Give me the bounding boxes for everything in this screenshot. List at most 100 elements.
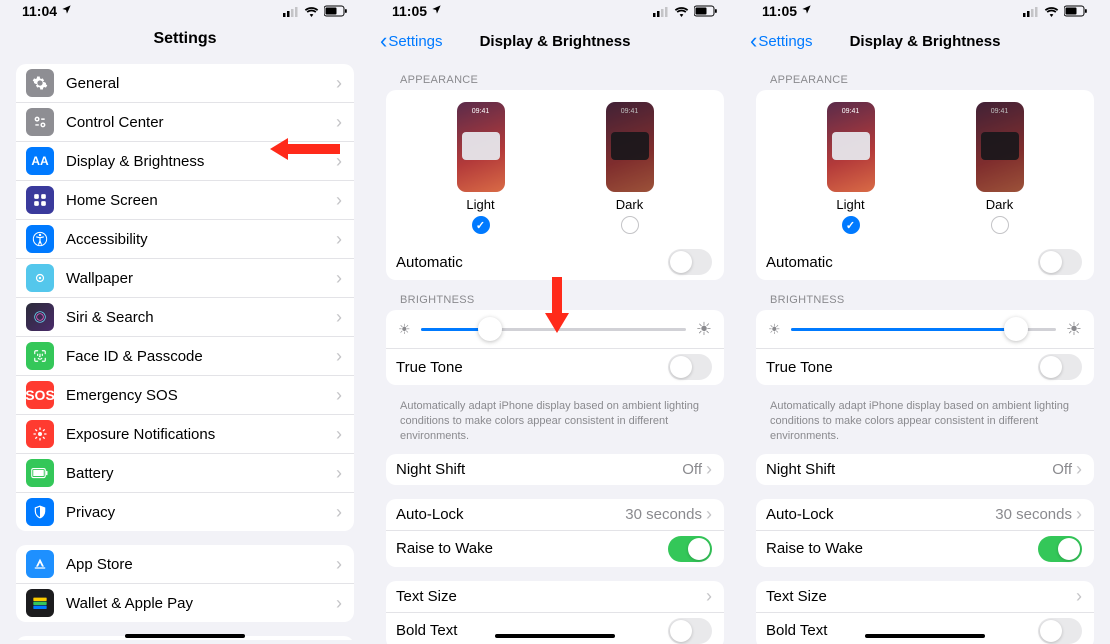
wifi-icon	[304, 6, 319, 17]
row-automatic[interactable]: Automatic	[756, 244, 1094, 280]
location-icon	[801, 4, 812, 18]
truetone-toggle[interactable]	[668, 354, 712, 380]
chevron-right-icon: ›	[336, 229, 342, 250]
appearance-chooser: 09:41 Light 09:41 Dark	[386, 90, 724, 244]
autolock-group: Auto-Lock 30 seconds › Raise to Wake	[756, 499, 1094, 567]
appearance-dark[interactable]: 09:41 Dark	[606, 102, 654, 234]
appearance-light[interactable]: 09:41 Light	[457, 102, 505, 234]
brightness-header: BRIGHTNESS	[770, 294, 1094, 306]
row-autolock[interactable]: Auto-Lock 30 seconds ›	[756, 499, 1094, 531]
row-label: Battery	[66, 465, 336, 482]
row-wallpaper[interactable]: Wallpaper ›	[16, 259, 354, 298]
truetone-label: True Tone	[766, 359, 1038, 376]
location-icon	[431, 4, 442, 18]
row-automatic[interactable]: Automatic	[386, 244, 724, 280]
battery-icon	[1064, 5, 1088, 17]
faceid-icon	[26, 342, 54, 370]
textsize-label: Text Size	[396, 588, 706, 605]
row-appstore[interactable]: App Store ›	[16, 545, 354, 584]
row-label: Face ID & Passcode	[66, 348, 336, 365]
home-indicator[interactable]	[865, 634, 985, 638]
preview-light: 09:41	[457, 102, 505, 192]
nightshift-label: Night Shift	[766, 461, 1052, 478]
row-autolock[interactable]: Auto-Lock 30 seconds ›	[386, 499, 724, 531]
display-icon: AA	[26, 147, 54, 175]
preview-time: 09:41	[606, 108, 654, 115]
home-indicator[interactable]	[495, 634, 615, 638]
brightness-slider[interactable]	[421, 328, 686, 331]
row-truetone[interactable]: True Tone	[386, 349, 724, 385]
chevron-right-icon: ›	[336, 151, 342, 172]
row-siri[interactable]: Siri & Search ›	[16, 298, 354, 337]
light-label: Light	[457, 197, 505, 212]
brightness-slider[interactable]	[791, 328, 1056, 331]
control-center-icon	[26, 108, 54, 136]
row-nightshift[interactable]: Night Shift Off ›	[756, 454, 1094, 485]
display-content[interactable]: APPEARANCE 09:41 Light 09:41 Dark	[370, 60, 740, 644]
battery-row-icon	[26, 459, 54, 487]
autolock-label: Auto-Lock	[396, 506, 625, 523]
row-exposure[interactable]: Exposure Notifications ›	[16, 415, 354, 454]
sos-icon: SOS	[26, 381, 54, 409]
chevron-right-icon: ›	[336, 112, 342, 133]
truetone-toggle[interactable]	[1038, 354, 1082, 380]
row-display-brightness[interactable]: AA Display & Brightness ›	[16, 142, 354, 181]
chevron-right-icon: ›	[336, 593, 342, 614]
raise-toggle[interactable]	[1038, 536, 1082, 562]
row-faceid[interactable]: Face ID & Passcode ›	[16, 337, 354, 376]
row-battery[interactable]: Battery ›	[16, 454, 354, 493]
row-raise[interactable]: Raise to Wake	[756, 531, 1094, 567]
row-bold[interactable]: Bold Text	[386, 613, 724, 644]
row-accessibility[interactable]: Accessibility ›	[16, 220, 354, 259]
row-label: Wallet & Apple Pay	[66, 595, 336, 612]
raise-toggle[interactable]	[668, 536, 712, 562]
raise-label: Raise to Wake	[766, 540, 1038, 557]
row-textsize[interactable]: Text Size ›	[386, 581, 724, 613]
back-button[interactable]: ‹ Settings	[750, 30, 813, 52]
chevron-right-icon: ›	[706, 586, 712, 607]
row-raise[interactable]: Raise to Wake	[386, 531, 724, 567]
autolock-label: Auto-Lock	[766, 506, 995, 523]
appearance-chooser: 09:41 Light 09:41 Dark	[756, 90, 1094, 244]
back-button[interactable]: ‹ Settings	[380, 30, 443, 52]
unchecked-icon	[621, 216, 639, 234]
bold-toggle[interactable]	[668, 618, 712, 644]
preview-dark: 09:41	[606, 102, 654, 192]
row-label: Privacy	[66, 504, 336, 521]
chevron-right-icon: ›	[336, 385, 342, 406]
display-content[interactable]: APPEARANCE 09:41 Light 09:41 Dark	[740, 60, 1110, 644]
page-title: Settings	[153, 30, 216, 48]
brightness-header: BRIGHTNESS	[400, 294, 724, 306]
check-icon	[842, 216, 860, 234]
row-privacy[interactable]: Privacy ›	[16, 493, 354, 531]
row-textsize[interactable]: Text Size ›	[756, 581, 1094, 613]
settings-content[interactable]: General › Control Center › AA Display & …	[0, 56, 370, 640]
brightness-slider-row: ☀︎ ☀︎	[386, 310, 724, 349]
row-wallet[interactable]: Wallet & Apple Pay ›	[16, 584, 354, 622]
appearance-light[interactable]: 09:41 Light	[827, 102, 875, 234]
sun-small-icon: ☀︎	[768, 322, 781, 336]
status-bar: 11:05	[370, 0, 740, 22]
row-general[interactable]: General ›	[16, 64, 354, 103]
row-control-center[interactable]: Control Center ›	[16, 103, 354, 142]
row-home-screen[interactable]: Home Screen ›	[16, 181, 354, 220]
autolock-group: Auto-Lock 30 seconds › Raise to Wake	[386, 499, 724, 567]
bold-toggle[interactable]	[1038, 618, 1082, 644]
chevron-right-icon: ›	[336, 190, 342, 211]
automatic-toggle[interactable]	[668, 249, 712, 275]
cellular-icon	[283, 6, 299, 17]
row-truetone[interactable]: True Tone	[756, 349, 1094, 385]
row-nightshift[interactable]: Night Shift Off ›	[386, 454, 724, 485]
truetone-note: Automatically adapt iPhone display based…	[770, 399, 1080, 444]
settings-group-1: General › Control Center › AA Display & …	[16, 64, 354, 531]
row-label: Accessibility	[66, 231, 336, 248]
nav-bar: Settings	[0, 22, 370, 56]
automatic-toggle[interactable]	[1038, 249, 1082, 275]
home-indicator[interactable]	[125, 634, 245, 638]
row-sos[interactable]: SOS Emergency SOS ›	[16, 376, 354, 415]
brightness-slider-row: ☀︎ ☀︎	[756, 310, 1094, 349]
appearance-dark[interactable]: 09:41 Dark	[976, 102, 1024, 234]
row-bold[interactable]: Bold Text	[756, 613, 1094, 644]
phone-display-low: 11:05 ‹ Settings Display & Brightness AP…	[370, 0, 740, 644]
battery-icon	[694, 5, 718, 17]
